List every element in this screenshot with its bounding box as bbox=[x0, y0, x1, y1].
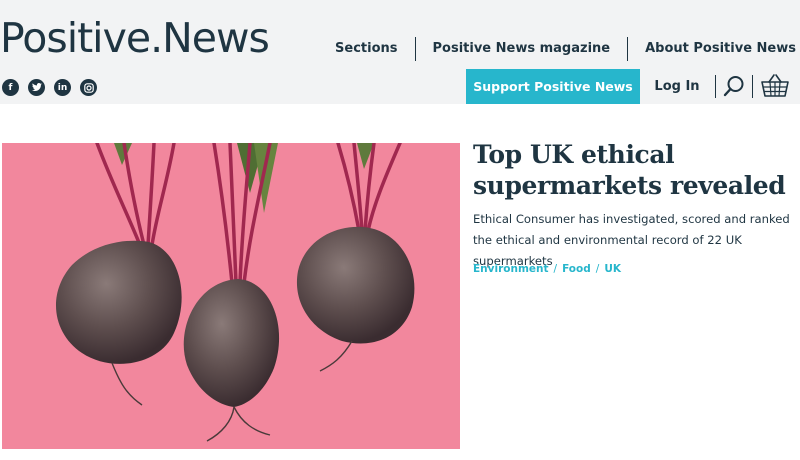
linkedin-icon[interactable]: in bbox=[54, 79, 71, 96]
nav-sections[interactable]: Sections bbox=[318, 37, 414, 61]
tag-separator: / bbox=[595, 263, 600, 275]
article-tags: Environment / Food / UK bbox=[473, 263, 621, 275]
tag-food[interactable]: Food bbox=[562, 263, 591, 275]
nav-magazine[interactable]: Positive News magazine bbox=[416, 37, 628, 61]
support-button[interactable]: Support Positive News bbox=[466, 69, 640, 104]
tag-separator: / bbox=[553, 263, 558, 275]
facebook-icon[interactable]: f bbox=[2, 79, 19, 96]
logo-dot: . bbox=[150, 14, 163, 62]
social-links: f in bbox=[2, 79, 97, 96]
main-nav: Sections Positive News magazine About Po… bbox=[318, 37, 800, 61]
logo-text-news: News bbox=[162, 14, 270, 62]
search-icon[interactable] bbox=[722, 74, 746, 98]
login-link[interactable]: Log In bbox=[640, 69, 714, 104]
beetroot-illustration bbox=[2, 143, 460, 449]
instagram-glyph bbox=[83, 82, 94, 93]
action-divider bbox=[752, 75, 753, 98]
tag-uk[interactable]: UK bbox=[604, 263, 621, 275]
site-logo[interactable]: Positive.News bbox=[0, 14, 270, 62]
nav-about[interactable]: About Positive News bbox=[628, 37, 800, 61]
twitter-bird-glyph bbox=[31, 83, 42, 91]
instagram-icon[interactable] bbox=[80, 79, 97, 96]
logo-text-positive: Positive bbox=[0, 14, 151, 62]
tag-environment[interactable]: Environment bbox=[473, 263, 549, 275]
basket-icon[interactable] bbox=[760, 73, 790, 99]
article-title[interactable]: Top UK ethical supermarkets revealed bbox=[473, 139, 800, 201]
article-hero-image[interactable] bbox=[2, 143, 460, 449]
action-divider bbox=[715, 75, 716, 98]
twitter-icon[interactable] bbox=[28, 79, 45, 96]
